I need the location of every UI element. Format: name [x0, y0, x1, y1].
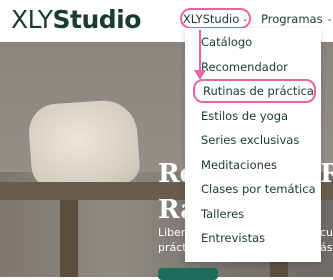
menu-item-estilos-de-yoga[interactable]: Estilos de yoga — [185, 104, 321, 128]
menu-item-entrevistas[interactable]: Entrevistas — [185, 226, 321, 250]
nav-xlystudio-label: XLYStudio — [182, 11, 240, 26]
logo-text-bold: Studio — [52, 5, 142, 34]
hero-subtitle-line2-left: práct — [158, 241, 187, 254]
chevron-down-icon: ⌄ — [242, 14, 249, 23]
xlystudio-dropdown-menu: Catálogo Recomendador Rutinas de práctic… — [185, 28, 321, 262]
hero-subtitle-line1-right: cue — [320, 226, 333, 239]
menu-item-series-exclusivas[interactable]: Series exclusivas — [185, 128, 321, 152]
nav-programas-menu[interactable]: Programas ⌄ — [261, 10, 332, 28]
menu-item-meditaciones[interactable]: Meditaciones — [185, 153, 321, 177]
nav-programas-label: Programas — [261, 12, 323, 26]
hero-subtitle-line1-left: Liber — [158, 226, 186, 239]
hero-bench-leg — [60, 200, 78, 277]
logo[interactable]: XLYStudio — [11, 4, 141, 36]
chevron-down-icon: ⌄ — [326, 15, 333, 23]
hero-subtitle-line2-right: ás — [320, 241, 333, 254]
menu-item-catalogo[interactable]: Catálogo — [185, 30, 321, 54]
logo-text-light: XLY — [11, 5, 53, 34]
hero-pillow-image — [27, 98, 141, 190]
menu-item-rutinas-de-practica[interactable]: Rutinas de práctica — [193, 79, 316, 103]
hero-title-line1-right: R — [320, 159, 333, 189]
hero-subtitle: Liber cue práct ás — [158, 225, 333, 255]
menu-item-recomendador[interactable]: Recomendador — [185, 55, 321, 79]
hero-cta-button[interactable] — [158, 268, 218, 280]
nav-xlystudio-menu[interactable]: XLYStudio ⌄ — [180, 8, 251, 29]
menu-item-clases-por-tematica[interactable]: Clases por temática — [185, 177, 321, 201]
menu-item-talleres[interactable]: Talleres — [185, 202, 321, 226]
